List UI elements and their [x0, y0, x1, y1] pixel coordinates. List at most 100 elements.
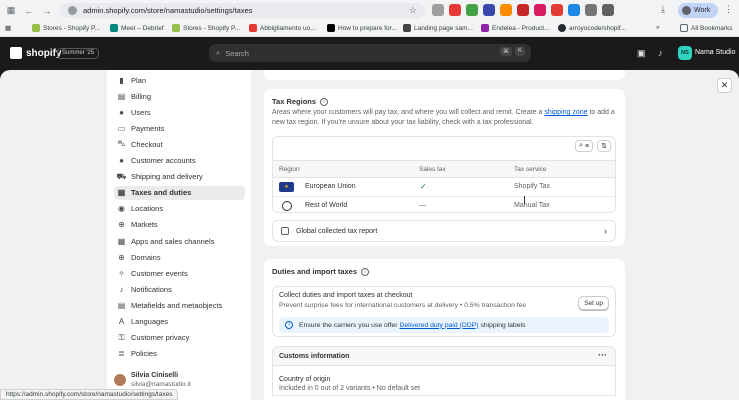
sidebar-item-payments[interactable]: ▭ Payments — [114, 121, 245, 135]
sidebar-item-label: Markets — [131, 220, 158, 230]
bookmarks-overflow-icon[interactable]: » — [656, 24, 660, 31]
extension-icon[interactable] — [585, 4, 597, 16]
extension-icon[interactable] — [568, 4, 580, 16]
shopify-favicon-icon — [32, 24, 40, 32]
metafields-icon: ▤ — [117, 300, 126, 310]
landing-favicon-icon — [403, 24, 411, 32]
store-avatar[interactable]: NS — [678, 46, 692, 60]
sidebar-item-label: Domains — [131, 252, 161, 262]
sidebar-item-customer-accounts[interactable]: ● Customer accounts — [114, 154, 245, 168]
banner-text: shipping labels — [480, 321, 526, 329]
bookmark-label: Meet – Debrief — [121, 24, 164, 32]
column-header: Sales tax — [419, 166, 446, 173]
report-label: Global collected tax report — [296, 227, 378, 235]
site-info-icon[interactable] — [68, 6, 77, 15]
search-shortcut: ⌘ K — [499, 47, 525, 56]
shortcut-key: ⌘ — [499, 47, 512, 56]
address-bar[interactable]: admin.shopify.com/store/namastudio/setti… — [60, 3, 425, 18]
sidebar-item-policies[interactable]: ≣ Policies — [114, 347, 245, 361]
tax-regions-table: ⌕ ≡ ⇅ Region Sales tax Tax service ★ Eur… — [272, 136, 616, 213]
sidebar-item-label: Customer events — [131, 268, 188, 278]
extensions-puzzle-icon[interactable] — [602, 4, 614, 16]
sidebar-item-markets[interactable]: ⊕ Markets — [114, 218, 245, 232]
sidebar-item-metafields-and-metaobjects[interactable]: ▤ Metafields and metaobjects — [114, 298, 245, 312]
profile-avatar — [682, 6, 691, 15]
ddp-link[interactable]: Delivered duty paid (DDP) — [399, 322, 478, 329]
table-row[interactable]: Rest of World — Manual Tax — [273, 197, 615, 216]
bookmark-item[interactable]: Stores - Shopify P... — [172, 24, 240, 32]
shipping-zone-link[interactable]: shipping zone — [544, 109, 587, 116]
all-bookmarks[interactable]: All Bookmarks — [680, 24, 733, 32]
sidebar-item-plan[interactable]: ▮ Plan — [114, 73, 245, 87]
sidebar-item-customer-privacy[interactable]: ⚿ Customer privacy — [114, 331, 245, 345]
download-icon[interactable]: ⤓ — [661, 4, 665, 15]
store-name[interactable]: Nama Studio — [695, 49, 735, 56]
sidebar-item-apps-and-sales-channels[interactable]: ▦ Apps and sales channels — [114, 234, 245, 248]
close-button[interactable]: ✕ — [717, 78, 732, 93]
profile-label: Work — [694, 7, 711, 14]
country-of-origin-label: Country of origin — [279, 376, 331, 383]
bookmark-item[interactable]: arroyocode/shopif... — [558, 24, 626, 32]
github-favicon-icon — [558, 24, 566, 32]
extension-icon[interactable] — [500, 4, 512, 16]
sidebar-item-label: Metafields and metaobjects — [131, 300, 223, 310]
extension-icon[interactable] — [551, 4, 563, 16]
bookmark-item[interactable]: How to prepare for... — [327, 24, 397, 32]
sidebar-item-billing[interactable]: ▤ Billing — [114, 89, 245, 103]
extension-icon[interactable] — [483, 4, 495, 16]
tab-grid-icon[interactable]: ▦ — [4, 4, 18, 18]
settings-modal: ✕ ▮ Plan ▤ Billing ● Users ▭ Payments ⛍ Checkout ●… — [0, 70, 739, 400]
check-icon: ✓ — [420, 182, 427, 191]
sidebar-item-notifications[interactable]: ♪ Notifications — [114, 282, 245, 296]
sort-button[interactable]: ⇅ — [597, 140, 611, 152]
bookmark-item[interactable]: Abbigliamento uo... — [249, 24, 316, 32]
user-profile[interactable]: Silvia Ciniselli silvia@namastudio.it — [114, 372, 191, 388]
search-icon: ⌕ — [579, 142, 584, 149]
search-input[interactable]: ⌕ Search ⌘ K — [209, 44, 531, 62]
global-tax-report-row[interactable]: Global collected tax report › — [272, 220, 616, 242]
extension-icon[interactable] — [466, 4, 478, 16]
sidebar-item-label: Users — [131, 107, 151, 117]
bookmark-item[interactable]: Stores - Shopify P... — [32, 24, 100, 32]
table-header: Region Sales tax Tax service — [273, 160, 615, 178]
column-header: Tax service — [514, 166, 547, 173]
bookmark-star-icon[interactable]: ☆ — [409, 5, 417, 16]
sidebar-item-taxes-and-duties[interactable]: ▦ Taxes and duties — [114, 185, 245, 200]
table-row[interactable]: ★ European Union ✓ Shopify Tax — [273, 178, 615, 197]
bell-icon[interactable]: ♪ — [658, 48, 663, 58]
sidebar-item-languages[interactable]: A Languages — [114, 315, 245, 329]
extension-icon[interactable] — [449, 4, 461, 16]
forward-icon[interactable]: → — [40, 4, 54, 18]
bookmark-label: Endelea - Product... — [492, 24, 550, 32]
notifications-icon: ♪ — [119, 284, 124, 294]
markets-icon: ⊕ — [118, 220, 125, 230]
back-icon[interactable]: ← — [22, 4, 36, 18]
sidebar-item-users[interactable]: ● Users — [114, 105, 245, 119]
sidebar-item-shipping-and-delivery[interactable]: ⛟ Shipping and delivery — [114, 170, 245, 184]
extension-icon[interactable] — [517, 4, 529, 16]
edition-badge[interactable]: Summer '25 — [57, 48, 100, 59]
sidebar-item-domains[interactable]: ⊕ Domains — [114, 250, 245, 264]
collect-title: Collect duties and import taxes at check… — [279, 292, 413, 299]
folder-icon — [680, 24, 688, 32]
shopify-logo[interactable]: shopify — [10, 47, 62, 59]
sidebar-item-checkout[interactable]: ⛍ Checkout — [114, 137, 245, 151]
bookmark-item[interactable]: Meet – Debrief — [110, 24, 164, 32]
bookmark-item[interactable]: Landing page sam... — [403, 24, 473, 32]
profile-button[interactable]: Work — [678, 3, 718, 18]
store-icon[interactable]: ▣ — [637, 48, 646, 59]
extension-icon[interactable] — [534, 4, 546, 16]
browser-menu-icon[interactable]: ⋮ — [724, 4, 733, 15]
sidebar-item-locations[interactable]: ◉ Locations — [114, 202, 245, 216]
more-actions-icon[interactable]: ··· — [598, 350, 607, 360]
info-icon[interactable]: i — [320, 97, 329, 106]
extension-icon[interactable] — [432, 4, 444, 16]
apps-grid-icon[interactable]: ▦ — [5, 24, 11, 32]
bookmark-item[interactable]: Endelea - Product... — [481, 24, 549, 32]
search-filter-button[interactable]: ⌕ ≡ — [575, 140, 594, 152]
sidebar-item-label: Customer accounts — [131, 156, 196, 165]
globe-icon — [282, 201, 292, 211]
setup-button[interactable]: Set up — [578, 296, 609, 310]
sidebar-item-customer-events[interactable]: ✧ Customer events — [114, 266, 245, 280]
info-icon[interactable]: i — [361, 267, 370, 276]
